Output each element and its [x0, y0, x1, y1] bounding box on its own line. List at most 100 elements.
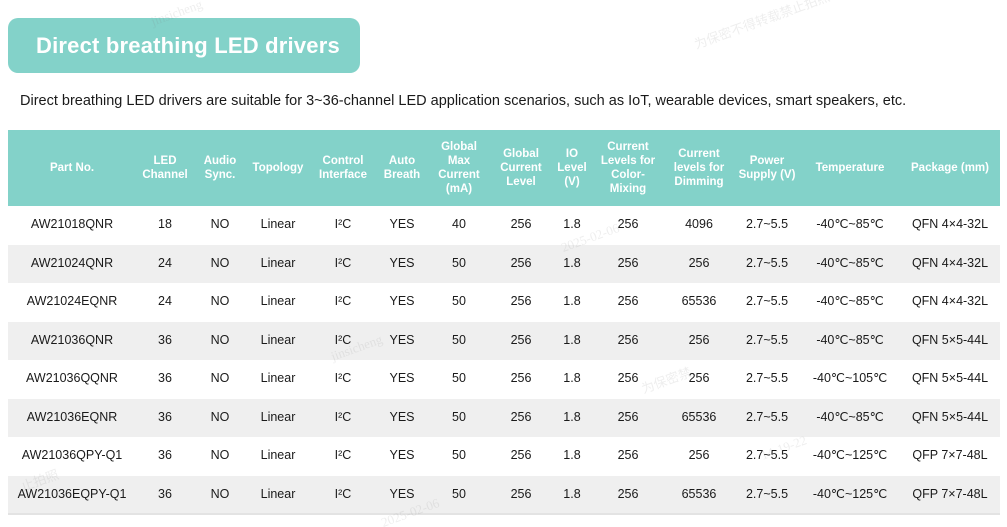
cell-package: QFN 5×5-44L — [911, 371, 989, 386]
cell-temperature: -40℃~125℃ — [812, 448, 888, 463]
cell-global-max-current: 50 — [452, 486, 466, 501]
cell-power-supply: 2.7~5.5 — [745, 448, 789, 463]
table-row[interactable]: AW21018QNR 18 NO Linear I²C YES 40 256 1.8 256 409… — [8, 206, 1000, 245]
cell-audio-sync: NO — [210, 371, 230, 386]
cell-package: QFN 4×4-32L — [911, 217, 989, 232]
table-row[interactable]: AW21036QPY-Q1 36 NO Linear I²C YES 50 256 1.8 256… — [8, 437, 1000, 476]
cell-package: QFN 5×5-44L — [911, 409, 989, 424]
cell-temperature: -40℃~85℃ — [816, 332, 884, 347]
cell-control-interface: I²C — [334, 371, 352, 386]
cell-control-interface: I²C — [334, 448, 352, 463]
cell-audio-sync: NO — [210, 486, 230, 501]
cell-topology: Linear — [260, 486, 296, 501]
cell-temperature: -40℃~105℃ — [812, 371, 888, 386]
cell-power-supply: 2.7~5.5 — [745, 255, 789, 270]
table-header-row: Part No. LED Channel Audio Sync. Topolog… — [8, 130, 1000, 206]
cell-audio-sync: NO — [210, 294, 230, 309]
cell-auto-breath: YES — [389, 486, 415, 501]
cell-audio-sync: NO — [210, 255, 230, 270]
column-header-current-levels-color-mixing: Current Levels for Color-Mixing — [592, 130, 664, 206]
cell-control-interface: I²C — [334, 332, 352, 347]
spec-table-wrapper: Part No. LED Channel Audio Sync. Topolog… — [8, 130, 1000, 514]
cell-topology: Linear — [260, 409, 296, 424]
cell-topology: Linear — [260, 332, 296, 347]
column-header-global-max-current: Global Max Current (mA) — [428, 130, 490, 206]
cell-current-levels-color-mixing: 256 — [617, 332, 639, 347]
cell-io-level: 1.8 — [563, 371, 581, 386]
cell-io-level: 1.8 — [563, 217, 581, 232]
cell-io-level: 1.8 — [563, 255, 581, 270]
cell-current-levels-dimming: 256 — [688, 448, 710, 463]
cell-part-no: AW21036QNR — [30, 332, 114, 347]
cell-audio-sync: NO — [210, 217, 230, 232]
column-header-control-interface: Control Interface — [310, 130, 376, 206]
cell-io-level: 1.8 — [563, 448, 581, 463]
cell-auto-breath: YES — [389, 217, 415, 232]
cell-global-current-level: 256 — [510, 294, 532, 309]
cell-led-channel: 36 — [158, 409, 172, 424]
cell-part-no: AW21036EQPY-Q1 — [17, 486, 127, 501]
cell-led-channel: 36 — [158, 486, 172, 501]
column-header-current-levels-dimming: Current levels for Dimming — [664, 130, 734, 206]
cell-global-max-current: 50 — [452, 294, 466, 309]
column-header-temperature: Temperature — [800, 130, 900, 206]
spec-table-body: AW21018QNR 18 NO Linear I²C YES 40 256 1.8 256 409… — [8, 206, 1000, 514]
cell-io-level: 1.8 — [563, 294, 581, 309]
table-row[interactable]: AW21036QNR 36 NO Linear I²C YES 50 256 1.8 256 256… — [8, 321, 1000, 360]
cell-auto-breath: YES — [389, 409, 415, 424]
cell-led-channel: 24 — [158, 255, 172, 270]
cell-auto-breath: YES — [389, 294, 415, 309]
cell-global-max-current: 50 — [452, 255, 466, 270]
cell-temperature: -40℃~85℃ — [816, 217, 884, 232]
cell-auto-breath: YES — [389, 448, 415, 463]
cell-global-current-level: 256 — [510, 332, 532, 347]
cell-current-levels-dimming: 4096 — [685, 217, 713, 232]
cell-part-no: AW21018QNR — [30, 217, 114, 232]
cell-package: QFN 4×4-32L — [911, 294, 989, 309]
table-row[interactable]: AW21036EQPY-Q1 36 NO Linear I²C YES 50 256 1.8 25… — [8, 475, 1000, 514]
cell-topology: Linear — [260, 371, 296, 386]
cell-global-current-level: 256 — [510, 486, 532, 501]
cell-part-no: AW21036QPY-Q1 — [21, 448, 123, 463]
cell-led-channel: 36 — [158, 448, 172, 463]
table-row[interactable]: AW21036EQNR 36 NO Linear I²C YES 50 256 1.8 256 65… — [8, 398, 1000, 437]
cell-current-levels-color-mixing: 256 — [617, 217, 639, 232]
cell-package: QFP 7×7-48L — [912, 486, 988, 501]
cell-global-current-level: 256 — [510, 217, 532, 232]
cell-part-no: AW21036QQNR — [26, 371, 118, 386]
cell-package: QFP 7×7-48L — [912, 448, 988, 463]
cell-part-no: AW21024EQNR — [26, 294, 118, 309]
cell-power-supply: 2.7~5.5 — [745, 294, 789, 309]
column-header-global-current-level: Global Current Level — [490, 130, 552, 206]
cell-led-channel: 36 — [158, 371, 172, 386]
cell-global-current-level: 256 — [510, 409, 532, 424]
cell-part-no: AW21024QNR — [30, 255, 114, 270]
cell-topology: Linear — [260, 255, 296, 270]
table-row[interactable]: AW21024QNR 24 NO Linear I²C YES 50 256 1.8 256 256… — [8, 244, 1000, 283]
cell-power-supply: 2.7~5.5 — [745, 486, 789, 501]
cell-package: QFN 5×5-44L — [911, 332, 989, 347]
cell-global-current-level: 256 — [510, 448, 532, 463]
cell-current-levels-dimming: 65536 — [681, 294, 717, 309]
watermark-text: 为保密不得转载禁止拍照 — [692, 0, 832, 52]
cell-current-levels-dimming: 65536 — [681, 486, 717, 501]
cell-power-supply: 2.7~5.5 — [745, 409, 789, 424]
cell-global-max-current: 40 — [452, 217, 466, 232]
cell-control-interface: I²C — [334, 486, 352, 501]
table-row[interactable]: AW21036QQNR 36 NO Linear I²C YES 50 256 1.8 256 25… — [8, 360, 1000, 399]
cell-global-max-current: 50 — [452, 409, 466, 424]
cell-temperature: -40℃~85℃ — [816, 294, 884, 309]
cell-topology: Linear — [260, 294, 296, 309]
cell-temperature: -40℃~85℃ — [816, 409, 884, 424]
column-header-io-level: IO Level (V) — [552, 130, 592, 206]
table-bottom-rule — [8, 513, 1000, 515]
cell-io-level: 1.8 — [563, 486, 581, 501]
cell-package: QFN 4×4-32L — [911, 255, 989, 270]
page-title: Direct breathing LED drivers — [36, 32, 340, 58]
cell-led-channel: 24 — [158, 294, 172, 309]
table-row[interactable]: AW21024EQNR 24 NO Linear I²C YES 50 256 1.8 256 65… — [8, 283, 1000, 322]
cell-current-levels-color-mixing: 256 — [617, 371, 639, 386]
cell-led-channel: 18 — [158, 217, 172, 232]
cell-current-levels-dimming: 65536 — [681, 409, 717, 424]
cell-global-max-current: 50 — [452, 332, 466, 347]
